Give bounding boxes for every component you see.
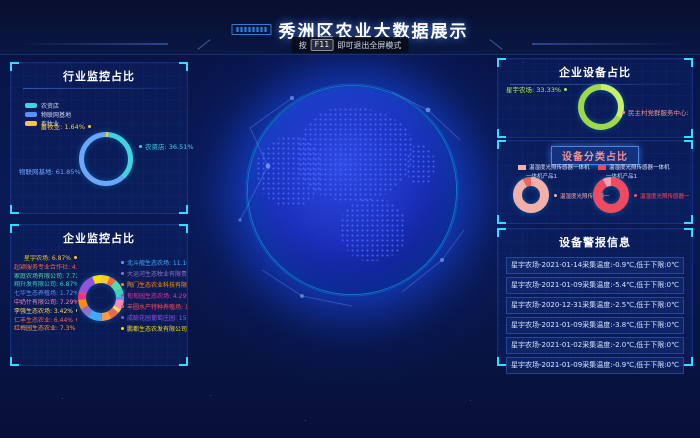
legend-swatch bbox=[25, 103, 37, 108]
chart-label: 北斗舰生态农场: 11.16% bbox=[121, 258, 187, 269]
enterprise-labels-left: 星宇农场: 6.87% 超颖服务专业合作社: 4.72% 家庭农场有限公司: 7… bbox=[14, 255, 77, 334]
chart-label: 丰圆水产特种养殖场: 1. bbox=[121, 302, 187, 313]
alarm-row: 星宇农场-2021-01-02采集温度:-2.0℃,低于下限:0℃ bbox=[506, 337, 684, 354]
chart-label: 温湿度光照传感器一 bbox=[634, 192, 690, 200]
legend-swatch bbox=[25, 121, 37, 126]
chart-label: 陶门生态农业科技有限公 bbox=[121, 280, 187, 291]
legend-item[interactable]: 温湿度光照传感器一体机 bbox=[598, 163, 670, 171]
panel-device-alarm: 设备警报信息 星宇农场-2021-01-14采集温度:-0.9℃,低于下限:0℃… bbox=[497, 228, 693, 366]
legend-label: 温湿度光照传感器一体机 bbox=[609, 163, 670, 171]
globe-visualization bbox=[232, 70, 472, 310]
chart-label: 甸甸园生态农场: 4.29% bbox=[121, 291, 187, 302]
panel-title: 企业监控占比 bbox=[11, 225, 187, 246]
panel-title: 企业设备占比 bbox=[498, 59, 692, 80]
legend-swatch bbox=[25, 112, 37, 117]
device-donut-chart[interactable] bbox=[578, 84, 624, 130]
chart-label: 超颖服务专业合作社: 4.72% bbox=[14, 264, 77, 273]
legend-item[interactable]: 温湿度光照传感器一体机 bbox=[518, 163, 590, 171]
chart-label: 家庭农场有限公司: 7.72% bbox=[14, 273, 77, 282]
alarm-row: 星宇农场-2021-01-09采集温度:-5.4℃,低于下限:0℃ bbox=[506, 277, 684, 294]
alarm-row: 星宇农场-2021-01-09采集温度:-3.8℃,低于下限:0℃ bbox=[506, 317, 684, 334]
chart-label: 民主村党群服务中心: bbox=[622, 109, 692, 117]
legend-label: 温湿度光照传感器一体机 bbox=[529, 163, 590, 171]
chart-label: 李强生态农场: 3.42% bbox=[14, 308, 77, 317]
tip-prefix: 按 bbox=[299, 40, 307, 51]
dashboard: 秀洲区农业大数据展示 按 F11 即可退出全屏模式 bbox=[0, 0, 700, 438]
category-left-donut-chart[interactable] bbox=[513, 177, 549, 213]
chart-label: 红梅园生态农业: 7.3% bbox=[14, 325, 77, 334]
header-notch-left bbox=[197, 39, 210, 50]
chart-label: 鹏都生态农发有限公司: 6.87% bbox=[121, 324, 187, 335]
alarm-list: 星宇农场-2021-01-14采集温度:-0.9℃,低于下限:0℃ 星宇农场-2… bbox=[498, 257, 692, 374]
panel-enterprise-device: 企业设备占比 星宇农场: 33.33% 民主村党群服务中心: bbox=[497, 58, 693, 138]
alarm-row: 星宇农场-2020-12-31采集温度:-2.5℃,低于下限:0℃ bbox=[506, 297, 684, 314]
panel-title: 行业监控占比 bbox=[11, 63, 187, 84]
chart-label: 仁丰生态农业: 6.44% bbox=[14, 317, 77, 326]
chart-label: 星宇农场: 6.87% bbox=[14, 255, 77, 264]
legend-item[interactable]: 物联网基地 bbox=[25, 110, 71, 119]
legend-label: 农资店 bbox=[41, 101, 59, 110]
category-chart-right: 温湿度光照传感器一体机 一体机产品1 温湿度光照传感器一 bbox=[592, 163, 692, 223]
chart-label: 畜牧业: 1.64% bbox=[41, 123, 91, 131]
chart-label: 中奶什有限公司: 7.29% bbox=[14, 299, 77, 308]
alarm-row: 星宇农场-2021-01-14采集温度:-0.9℃,低于下限:0℃ bbox=[506, 257, 684, 274]
fullscreen-tip: 按 F11 即可退出全屏模式 bbox=[292, 37, 409, 53]
legend-label: 物联网基地 bbox=[41, 110, 71, 119]
legend-swatch bbox=[518, 165, 526, 170]
category-right-donut-chart[interactable] bbox=[593, 177, 629, 213]
divider bbox=[23, 88, 175, 89]
category-chart-left: 温湿度光照传感器一体机 一体机产品1 温湿度光照传感器一 bbox=[512, 163, 602, 223]
chart-label: 翔升发有限公司: 6.87% bbox=[14, 281, 77, 290]
panel-enterprise-monitor: 企业监控占比 星宇农场: 6.87% 超颖服务专业合作社: 4.72% 家庭农场… bbox=[10, 224, 188, 366]
panel-industry-monitor: 行业监控占比 农资店 物联网基地 畜牧业 畜牧业: 1.64% 农资店: 36.… bbox=[10, 62, 188, 214]
alarm-row: 星宇农场-2021-01-09采集温度:-0.9℃,低于下限:0℃ bbox=[506, 357, 684, 374]
industry-donut-chart[interactable] bbox=[79, 132, 133, 186]
chart-label: 星宇农场: 33.33% bbox=[506, 86, 567, 94]
chart-label: 七华生态养殖场: 1.72% bbox=[14, 290, 77, 299]
chart-label: 成聪花园葡萄庄园: 15.02% bbox=[121, 313, 187, 324]
chart-label: 大运河生态牧业有限责任公 bbox=[121, 269, 187, 280]
title-badge-icon bbox=[232, 24, 272, 35]
panel-title: 设备警报信息 bbox=[498, 229, 692, 250]
globe-network-lines bbox=[232, 70, 472, 310]
enterprise-donut-chart[interactable] bbox=[78, 275, 124, 321]
f11-keycap: F11 bbox=[311, 39, 334, 51]
tip-suffix: 即可退出全屏模式 bbox=[337, 40, 401, 51]
chart-label: 物联网基地: 61.85% bbox=[19, 168, 87, 176]
legend-item[interactable]: 农资店 bbox=[25, 101, 71, 110]
header-notch-right bbox=[489, 39, 502, 50]
enterprise-labels-right: 北斗舰生态农场: 11.16% 大运河生态牧业有限责任公 陶门生态农业科技有限公… bbox=[121, 258, 187, 335]
chart-label: 农资店: 36.51% bbox=[139, 143, 194, 151]
header-line-right bbox=[532, 43, 682, 45]
legend-swatch bbox=[598, 165, 606, 170]
panel-device-category: 设备分类占比 温湿度光照传感器一体机 一体机产品1 温湿度光照传感器一 温湿度光… bbox=[497, 140, 693, 224]
header-line-left bbox=[18, 43, 168, 45]
